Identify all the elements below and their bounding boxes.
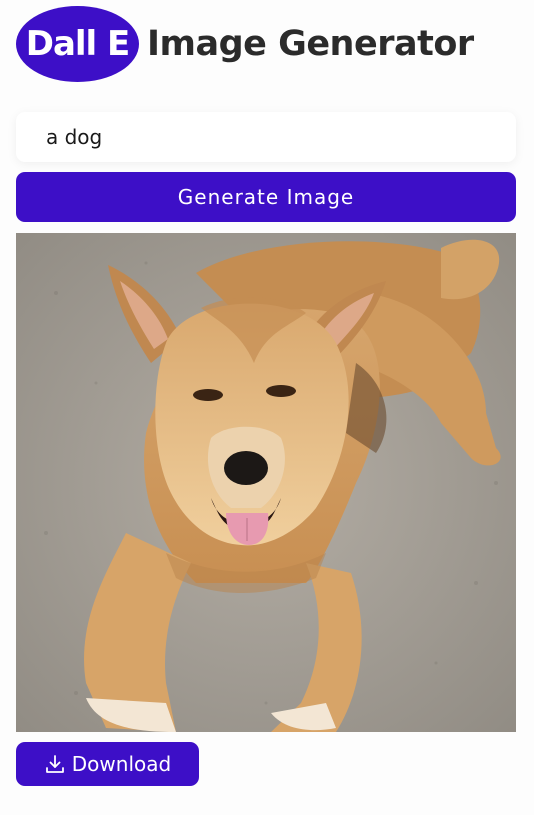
generate-image-button[interactable]: Generate Image bbox=[16, 172, 516, 222]
page-title: Image Generator bbox=[147, 24, 474, 64]
logo-text: Dall E bbox=[25, 24, 131, 64]
download-label: Download bbox=[71, 752, 172, 776]
download-icon bbox=[44, 753, 66, 775]
prompt-input[interactable] bbox=[16, 112, 516, 162]
logo-badge: Dall E bbox=[16, 6, 139, 82]
generated-image bbox=[16, 233, 516, 732]
download-button[interactable]: Download bbox=[16, 742, 199, 786]
app-header: Dall E Image Generator bbox=[16, 6, 474, 82]
